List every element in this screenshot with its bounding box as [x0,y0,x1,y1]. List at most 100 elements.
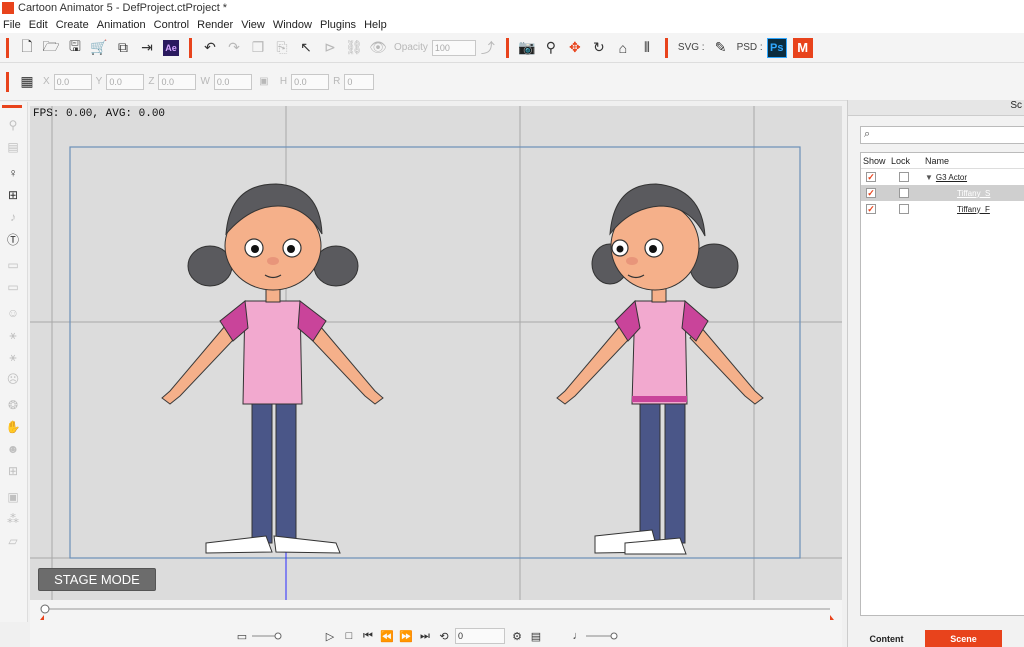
timeline-panel-icon[interactable]: ▤ [528,628,544,644]
show-checkbox[interactable]: ✓ [866,172,876,182]
save-icon[interactable]: 🖫 [64,37,86,59]
lock-ratio-icon[interactable]: ▣ [253,71,275,93]
pin-icon[interactable]: ⚲ [540,37,562,59]
stage-viewport[interactable]: FPS: 0.00, AVG: 0.00 STAGE MODE [30,106,842,600]
music-volume-slider[interactable] [586,631,620,641]
show-checkbox[interactable]: ✓ [866,204,876,214]
frame-input[interactable]: 0 [455,628,505,644]
next-frame-icon[interactable]: ⏩ [398,628,414,644]
marketplace-button[interactable]: M [792,37,813,58]
layer-icon[interactable]: ▣ [4,488,22,506]
y-input[interactable]: 0.0 [106,73,145,90]
h-input[interactable]: 0.0 [291,73,330,90]
show-checkbox[interactable]: ✓ [866,188,876,198]
lock-checkbox[interactable] [899,172,909,182]
menu-render[interactable]: Render [194,19,238,31]
camera-icon[interactable]: 📷 [516,37,538,59]
menu-help[interactable]: Help [361,19,392,31]
menu-file[interactable]: File [0,19,26,31]
menu-create[interactable]: Create [53,19,94,31]
r-input[interactable]: 0 [344,73,375,90]
music-note-icon[interactable]: ♩ [570,628,586,644]
menu-edit[interactable]: Edit [26,19,53,31]
lock-checkbox[interactable] [899,204,909,214]
tab-scene[interactable]: Scene [925,630,1002,647]
svg-edit-icon[interactable]: ✎ [710,37,732,59]
menu-plugins[interactable]: Plugins [317,19,361,31]
menu-animation[interactable]: Animation [94,19,151,31]
store-cart-icon[interactable]: 🛒 [88,37,110,59]
flip-icon[interactable]: ⊳ [319,37,341,59]
audio-icon[interactable]: ♪ [4,208,22,226]
stage-mode-button[interactable]: STAGE MODE [38,568,156,591]
menu-window[interactable]: Window [270,19,317,31]
opacity-input[interactable]: 100 [431,39,476,56]
last-frame-icon[interactable]: ⏭ [417,628,433,644]
dialog-icon[interactable]: ▭ [4,278,22,296]
toolbar-separator [505,37,509,58]
menu-control[interactable]: Control [151,19,194,31]
settings-icon[interactable]: ⚙ [509,628,525,644]
loop-icon[interactable]: ⟲ [436,628,452,644]
list-item[interactable]: ✓ ▼ G3 Actor [861,169,1024,185]
grid-icon[interactable]: ▦ [16,71,38,93]
dialog-volume-icon[interactable]: ▭ [234,628,250,644]
search-input[interactable]: ⌕ [860,126,1024,144]
stage-canvas [30,106,842,600]
face-key-icon[interactable]: ☹ [4,370,22,388]
link-icon[interactable]: ⛓ [343,37,365,59]
add-element-icon[interactable]: ⊞ [4,186,22,204]
z-input[interactable]: 0.0 [158,73,197,90]
expand-triangle-icon[interactable]: ▼ [925,173,933,182]
motion-puppet-icon[interactable]: ⚹ [4,326,22,344]
hand-icon[interactable]: ✋ [4,418,22,436]
rotate-icon[interactable]: ↻ [588,37,610,59]
visibility-eye-icon[interactable]: 👁 [367,37,389,59]
menu-view[interactable]: View [238,19,270,31]
export-icon[interactable]: ⇥ [136,37,158,59]
after-effects-button[interactable]: Ae [160,37,182,59]
list-item[interactable]: ✓ Tiffany_F [861,201,1024,217]
play-icon[interactable]: ▷ [322,628,338,644]
photoshop-button[interactable]: Ps [766,37,787,58]
previous-frame-icon[interactable]: ⏪ [379,628,395,644]
motion-key-icon[interactable]: ⚹ [4,348,22,366]
paste-icon[interactable]: ⎘ [271,37,293,59]
name-column-header: Name [925,155,950,166]
redo-icon[interactable]: ↷ [223,37,245,59]
sprite-editor-icon[interactable]: ▤ [4,138,22,156]
bone-editor-icon[interactable]: ♀ [4,164,22,182]
x-input[interactable]: 0.0 [53,73,92,90]
undo-icon[interactable]: ↶ [199,37,221,59]
lock-checkbox[interactable] [899,188,909,198]
home-icon[interactable]: ⌂ [612,37,634,59]
volume-slider[interactable] [252,631,284,641]
character-tiffany-f[interactable] [556,183,764,555]
h-label: H [279,76,288,87]
timeline-icon[interactable]: ▭ [4,256,22,274]
grid-deform-icon[interactable]: ⊞ [4,462,22,480]
copy-icon[interactable]: ❐ [247,37,269,59]
import-icon[interactable]: ⧉ [112,37,134,59]
eraser-icon[interactable]: ▱ [4,532,22,550]
tab-content[interactable]: Content [848,630,925,647]
open-folder-icon[interactable]: 🗁 [40,37,62,59]
stop-icon[interactable]: □ [341,628,357,644]
text-icon[interactable]: Ⓣ [4,230,22,248]
head-turn-icon[interactable]: ☻ [4,440,22,458]
first-frame-icon[interactable]: ⏮ [360,628,376,644]
new-file-icon[interactable]: 🗋 [16,37,38,59]
move-icon[interactable]: ✥ [564,37,586,59]
character-tiffany-s[interactable] [161,183,384,554]
select-arrow-icon[interactable]: ↖ [295,37,317,59]
character-composer-icon[interactable]: ⚲ [4,116,22,134]
align-icon[interactable]: ⫴ [636,37,658,59]
spring-icon[interactable]: ❂ [4,396,22,414]
scene-manager-panel: Sc ⌕ Show Lock Name ✓ ▼ G3 Actor ✓ Tiffa… [847,100,1024,647]
list-item[interactable]: ✓ Tiffany_S [861,185,1024,201]
w-input[interactable]: 0.0 [213,73,252,90]
reset-transform-icon[interactable]: ⤴ [477,37,499,59]
path-icon[interactable]: ⁂ [4,510,22,528]
time-slider[interactable] [30,600,842,620]
face-puppet-icon[interactable]: ☺ [4,304,22,322]
